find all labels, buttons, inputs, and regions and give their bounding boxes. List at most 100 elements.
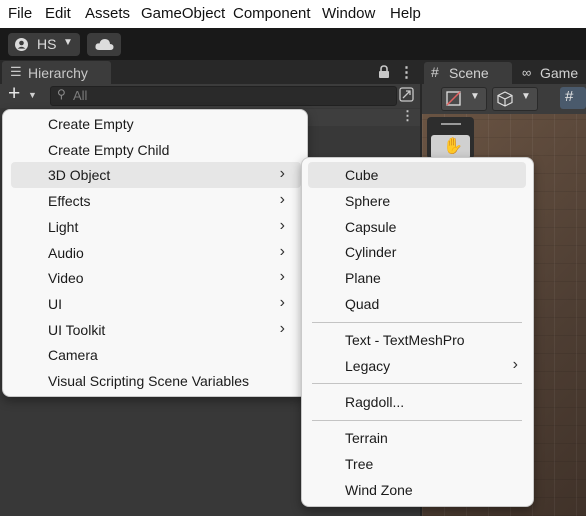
menu-edit[interactable]: Edit xyxy=(45,5,71,22)
chevron-right-icon: › xyxy=(512,356,518,373)
create-menu: Create Empty Create Empty Child 3D Objec… xyxy=(2,109,308,397)
menu-separator xyxy=(312,383,522,384)
chevron-right-icon: › xyxy=(279,294,285,311)
scene-tab-label: Scene xyxy=(449,65,489,81)
menu-gameobject[interactable]: GameObject xyxy=(141,5,225,22)
overlay-drag-handle[interactable] xyxy=(441,123,461,125)
menu-item-label: Quad xyxy=(345,296,380,312)
menu-item-capsule[interactable]: Capsule xyxy=(308,214,526,240)
menu-item-ui-toolkit[interactable]: UI Toolkit › xyxy=(11,317,301,343)
menu-item-label: Capsule xyxy=(345,219,397,235)
lock-icon[interactable] xyxy=(378,65,390,79)
gizmo-icon: # xyxy=(565,88,574,105)
main-menu-bar: File Edit Assets GameObject Component Wi… xyxy=(0,0,586,28)
3d-object-submenu: Cube Sphere Capsule Cylinder Plane Quad … xyxy=(301,157,534,507)
menu-help[interactable]: Help xyxy=(390,5,421,22)
menu-item-label: Plane xyxy=(345,270,381,286)
menu-item-label: Light xyxy=(48,219,79,235)
menu-item-audio[interactable]: Audio › xyxy=(11,240,301,266)
menu-item-visual-scripting-scene-variables[interactable]: Visual Scripting Scene Variables xyxy=(11,368,301,394)
gizmos-toggle[interactable]: # xyxy=(560,87,586,109)
create-button[interactable]: + ▼ xyxy=(4,82,40,106)
menu-item-tree[interactable]: Tree xyxy=(308,451,526,477)
user-icon xyxy=(15,38,28,51)
menu-separator xyxy=(312,322,522,323)
hierarchy-search-input[interactable]: ⚲ All xyxy=(50,86,397,106)
menu-item-effects[interactable]: Effects › xyxy=(11,188,301,214)
menu-item-label: UI Toolkit xyxy=(48,322,106,338)
menu-item-text-textmeshpro[interactable]: Text - TextMeshPro xyxy=(308,327,526,353)
tab-hierarchy[interactable]: ☰ Hierarchy xyxy=(2,61,111,84)
menu-item-label: Ragdoll... xyxy=(345,394,405,410)
cloud-button[interactable] xyxy=(87,33,121,56)
menu-item-legacy[interactable]: Legacy › xyxy=(308,353,526,379)
chevron-down-icon: ▼ xyxy=(470,91,480,102)
chevron-right-icon: › xyxy=(279,320,285,337)
game-tab-label: Game xyxy=(540,65,579,81)
draw-mode-dropdown[interactable]: ▼ xyxy=(441,87,487,111)
menu-item-create-empty-child[interactable]: Create Empty Child xyxy=(11,137,301,163)
account-dropdown[interactable]: HS ▼ xyxy=(8,33,80,56)
tab-scene[interactable]: # Scene xyxy=(424,62,512,84)
menu-item-label: Audio xyxy=(48,245,84,261)
hand-icon: ✋ xyxy=(443,138,463,155)
menu-item-3d-object[interactable]: 3D Object › xyxy=(11,162,301,188)
tab-game[interactable]: ∞ Game xyxy=(516,62,586,84)
menu-item-label: Text - TextMeshPro xyxy=(345,332,465,348)
menu-item-plane[interactable]: Plane xyxy=(308,265,526,291)
menu-file[interactable]: File xyxy=(8,5,32,22)
menu-item-label: Create Empty xyxy=(48,116,134,132)
gamepad-icon: ∞ xyxy=(522,65,532,80)
kebab-menu-icon[interactable]: ⋮ xyxy=(399,63,414,81)
menu-item-light[interactable]: Light › xyxy=(11,214,301,240)
chevron-right-icon: › xyxy=(279,243,285,260)
menu-item-ui[interactable]: UI › xyxy=(11,291,301,317)
chevron-right-icon: › xyxy=(279,268,285,285)
account-label: HS xyxy=(37,36,57,52)
cube-icon xyxy=(497,91,513,107)
plus-icon: + xyxy=(8,82,21,105)
menu-item-cube[interactable]: Cube xyxy=(308,162,526,188)
menu-item-video[interactable]: Video › xyxy=(11,265,301,291)
menu-item-ragdoll[interactable]: Ragdoll... xyxy=(308,389,526,415)
menu-window[interactable]: Window xyxy=(322,5,375,22)
menu-item-label: Visual Scripting Scene Variables xyxy=(48,373,250,389)
chevron-right-icon: › xyxy=(279,165,285,182)
menu-item-label: Cylinder xyxy=(345,244,397,260)
menu-item-label: Wind Zone xyxy=(345,482,413,498)
menu-item-label: Terrain xyxy=(345,430,388,446)
chevron-right-icon: › xyxy=(279,191,285,208)
search-icon: ⚲ xyxy=(57,87,66,101)
menu-separator xyxy=(312,420,522,421)
menu-item-terrain[interactable]: Terrain xyxy=(308,425,526,451)
menu-item-wind-zone[interactable]: Wind Zone xyxy=(308,477,526,503)
menu-item-label: 3D Object xyxy=(48,167,111,183)
chevron-right-icon: › xyxy=(279,217,285,234)
grid-icon: # xyxy=(431,64,439,80)
hierarchy-tab-label: Hierarchy xyxy=(28,65,88,81)
menu-item-label: Tree xyxy=(345,456,374,472)
menu-item-label: Camera xyxy=(48,347,98,363)
menu-item-label: Sphere xyxy=(345,193,391,209)
search-options-icon[interactable] xyxy=(399,87,414,102)
search-placeholder: All xyxy=(73,88,88,103)
list-icon: ☰ xyxy=(10,64,22,79)
menu-assets[interactable]: Assets xyxy=(85,5,130,22)
menu-item-label: Video xyxy=(48,270,84,286)
shading-icon xyxy=(446,91,461,106)
view-tool-button[interactable]: ✋ xyxy=(431,135,470,159)
menu-item-cylinder[interactable]: Cylinder xyxy=(308,239,526,265)
menu-item-label: UI xyxy=(48,296,62,312)
menu-component[interactable]: Component xyxy=(233,5,311,22)
menu-item-label: Cube xyxy=(345,167,379,183)
menu-item-quad[interactable]: Quad xyxy=(308,291,526,317)
menu-item-create-empty[interactable]: Create Empty xyxy=(11,111,301,137)
shading-options-dropdown[interactable]: ▼ xyxy=(492,87,538,111)
cloud-icon xyxy=(95,39,114,50)
menu-item-sphere[interactable]: Sphere xyxy=(308,188,526,214)
menu-item-camera[interactable]: Camera xyxy=(11,342,301,368)
menu-item-label: Legacy xyxy=(345,358,391,374)
menu-item-label: Create Empty Child xyxy=(48,142,170,158)
chevron-down-icon: ▼ xyxy=(28,90,37,100)
kebab-menu-icon[interactable]: ⋮ xyxy=(401,108,414,124)
